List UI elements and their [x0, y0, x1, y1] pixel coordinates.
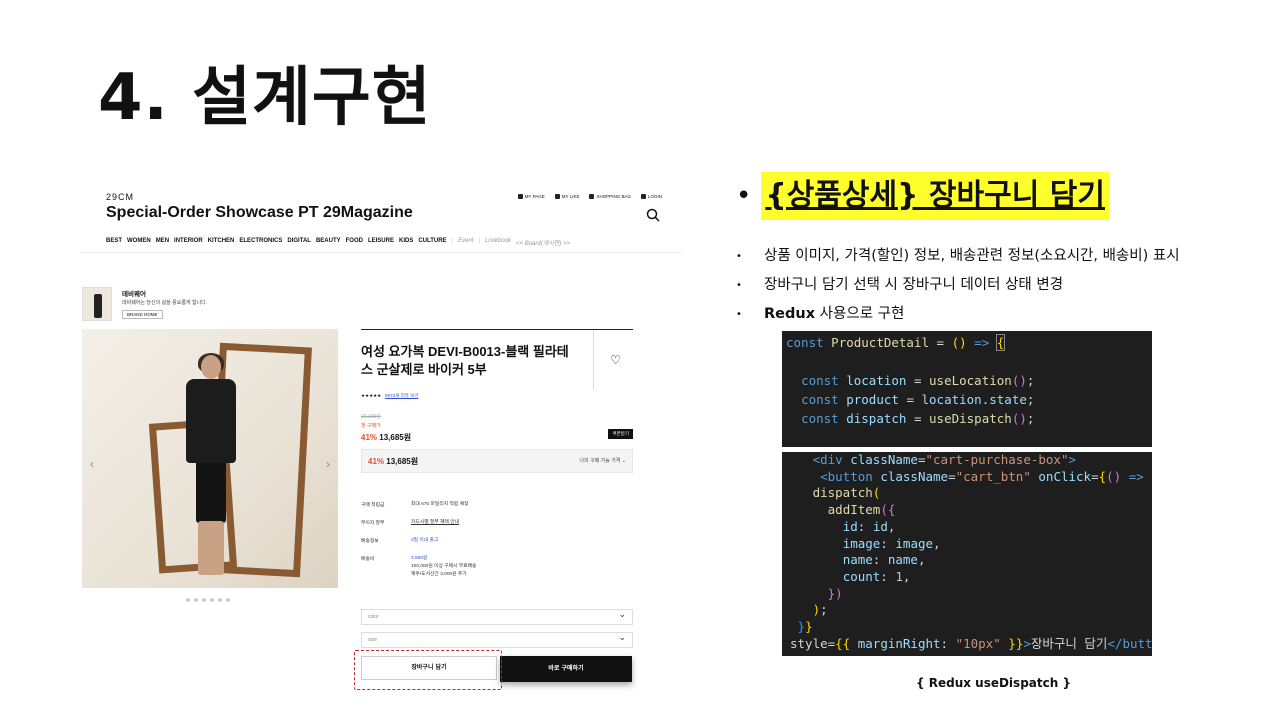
list-item: • 장바구니 담기 선택 시 장바구니 데이터 상태 변경	[736, 277, 1064, 293]
lock-icon	[640, 194, 646, 199]
heading-text: {상품상세} 장바구니 담기	[761, 172, 1109, 220]
cart-highlight-box	[354, 650, 502, 690]
code-snippet-2: <div className="cart-purchase-box"> <but…	[782, 452, 1152, 656]
nav-item[interactable]: KIDS	[399, 238, 413, 247]
nav-item[interactable]: FOOD	[346, 238, 363, 247]
product-title: 여성 요가복 DEVI-B0013-블랙 필라테스 군살제로 바이커 5부	[361, 344, 569, 377]
site-brand[interactable]: Special-Order Showcase PT 29Magazine	[106, 204, 413, 222]
main-nav: BEST WOMEN MEN INTERIOR KITCHEN ELECTRON…	[106, 238, 570, 247]
nav-item[interactable]: BEAUTY	[316, 238, 341, 247]
brand-desc: 데비웨어는 당신의 삶을 풍요롭게 합니다.	[122, 300, 208, 306]
nav-divider: |	[478, 238, 481, 244]
chevron-down-icon: ⌄	[621, 458, 626, 464]
info-row: 배송비 3,500원 100,000원 이상 구매시 무료배송 제주/도서산간 3,0…	[361, 556, 477, 577]
feature-list: • 상품 이미지, 가격(할인) 정보, 배송관련 정보(소요시간, 배송비) 표…	[736, 242, 1180, 329]
slide-title: 4. 설계구현	[98, 61, 432, 135]
price-value: 13,685원	[386, 457, 419, 466]
product-image: ‹ ›	[82, 329, 338, 588]
buy-now-button[interactable]: 바로 구매하기	[500, 656, 632, 682]
mypage-icon	[517, 194, 523, 199]
price-value: 13,685원	[379, 433, 412, 442]
info-row: 무이자 할부 카드사별 할부 혜택 안내	[361, 519, 460, 527]
bag-icon	[589, 194, 595, 199]
site-label: 29CM	[106, 192, 135, 202]
size-select[interactable]: size	[361, 632, 633, 648]
list-item: • Redux 사용으로 구현	[736, 306, 905, 322]
installment-link[interactable]: 카드사별 할부 혜택 안내	[411, 519, 459, 527]
nav-item-board[interactable]: << Board(게시판) >>	[516, 238, 570, 247]
brand-title: 데비웨어	[122, 291, 146, 298]
utility-nav: MY PAGE MY LIKE SHOPPING BAG LOGIN	[517, 194, 662, 199]
nav-item[interactable]: WOMEN	[127, 238, 151, 247]
list-item: • 상품 이미지, 가격(할인) 정보, 배송관련 정보(소요시간, 배송비) 표…	[736, 248, 1180, 264]
brand-section: 데비웨어 데비웨어는 당신의 삶을 풍요롭게 합니다. BRAND HOME	[82, 287, 682, 321]
nav-item[interactable]: DIGITAL	[287, 238, 311, 247]
coupon-button[interactable]: 쿠폰받기	[608, 429, 633, 439]
original-price: 23,195원	[361, 414, 381, 420]
divider	[593, 330, 594, 390]
heart-icon	[554, 194, 560, 199]
code-caption: { Redux useDispatch }	[916, 676, 1071, 690]
nav-item[interactable]: INTERIOR	[174, 238, 203, 247]
carousel-dots[interactable]	[186, 598, 230, 602]
nav-item[interactable]: CULTURE	[418, 238, 446, 247]
brand-thumbnail[interactable]	[82, 287, 112, 321]
rating: ★★★★★ 5073개 리뷰 보기	[361, 393, 418, 399]
review-link[interactable]: 5073개 리뷰 보기	[385, 393, 418, 398]
nav-item-lookbook[interactable]: Lookbook	[485, 238, 511, 247]
search-icon[interactable]	[646, 208, 660, 222]
nav-item[interactable]: MEN	[156, 238, 169, 247]
purchase-info: 구매 적립금 최대 670 마일리지 적립 예정 무이자 할부 카드사별 할부 혜택…	[361, 501, 633, 589]
discount-rate: 41%	[368, 457, 385, 466]
stars: ★★★★★	[361, 393, 382, 398]
color-select[interactable]: color	[361, 609, 633, 625]
next-arrow-icon[interactable]: ›	[326, 457, 330, 471]
code-snippet-1: const ProductDetail = () => { const loca…	[782, 331, 1152, 447]
shop-screenshot: 29CM Special-Order Showcase PT 29Magazin…	[82, 180, 682, 700]
prev-arrow-icon[interactable]: ‹	[90, 457, 94, 471]
info-row: 구매 적립금 최대 670 마일리지 적립 예정	[361, 502, 469, 508]
util-mypage[interactable]: MY PAGE	[517, 194, 545, 199]
nav-item[interactable]: BEST	[106, 238, 122, 247]
info-row: 배송정보 3일 이내 출고	[361, 538, 439, 544]
section-heading: • {상품상세} 장바구니 담기	[736, 172, 1109, 220]
my-price-label: 나의 구매 가능 가격	[579, 458, 621, 464]
nav-item[interactable]: KITCHEN	[208, 238, 235, 247]
model-figure	[186, 353, 236, 575]
like-heart-icon[interactable]: ♡	[610, 353, 621, 367]
bullet: •	[736, 181, 752, 211]
util-bag[interactable]: SHOPPING BAG	[589, 194, 631, 199]
nav-item[interactable]: ELECTRONICS	[239, 238, 282, 247]
my-price-box[interactable]: 41% 13,685원 나의 구매 가능 가격 ⌄	[361, 449, 633, 473]
first-buy-label: 첫 구매가	[361, 423, 381, 429]
discount-rate: 41%	[361, 433, 378, 442]
util-login[interactable]: LOGIN	[640, 194, 662, 199]
nav-item[interactable]: LEISURE	[368, 238, 394, 247]
sale-price: 41% 13,685원	[361, 432, 411, 443]
nav-item-event[interactable]: Event	[458, 238, 473, 247]
divider	[82, 252, 682, 253]
brand-home-button[interactable]: BRAND HOME	[122, 310, 163, 319]
util-mylike[interactable]: MY LIKE	[554, 194, 579, 199]
nav-divider: |	[451, 238, 454, 244]
